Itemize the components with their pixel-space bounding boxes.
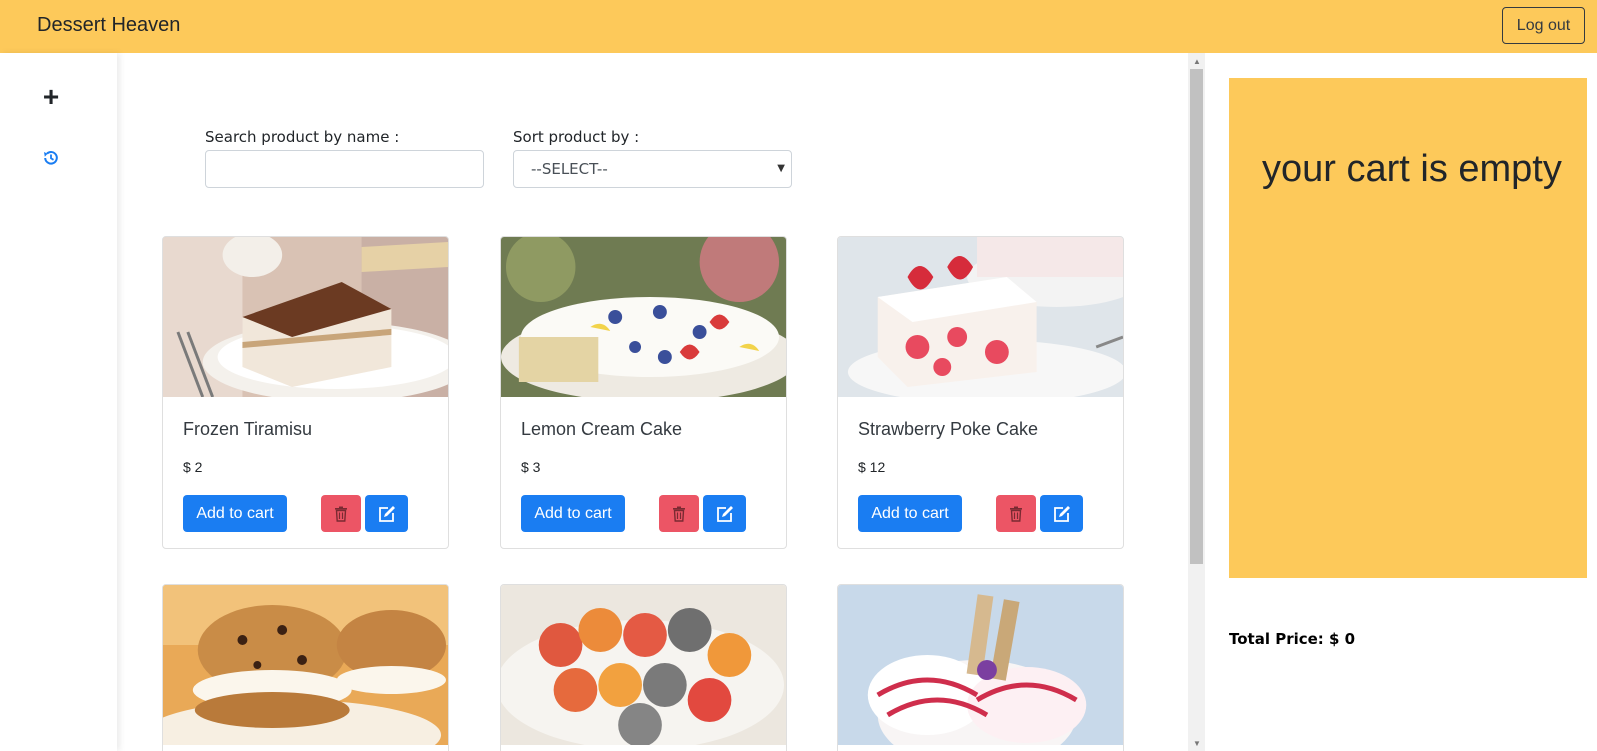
sort-selected-value: --SELECT-- xyxy=(531,160,608,178)
cart-panel: your cart is empty xyxy=(1229,78,1587,578)
edit-icon xyxy=(716,505,733,522)
edit-button[interactable] xyxy=(703,495,746,532)
sort-select[interactable]: --SELECT-- ▼ xyxy=(513,150,792,188)
add-to-cart-button[interactable]: Add to cart xyxy=(858,495,962,532)
product-name: Frozen Tiramisu xyxy=(183,419,313,439)
edit-button[interactable] xyxy=(365,495,408,532)
product-name: Strawberry Poke Cake xyxy=(858,419,1039,439)
scroll-down-arrow-icon[interactable]: ▼ xyxy=(1193,739,1201,748)
history-icon xyxy=(44,151,58,165)
chevron-down-icon: ▼ xyxy=(777,163,785,174)
product-price: $ 12 xyxy=(858,459,886,475)
total-price: Total Price: $ 0 xyxy=(1229,630,1356,648)
search-label: Search product by name : xyxy=(205,128,400,146)
product-area: Search product by name : Sort product by… xyxy=(117,53,1188,751)
sidebar: + xyxy=(0,53,117,751)
delete-button[interactable] xyxy=(996,495,1036,532)
product-image-tiramisu xyxy=(163,237,448,397)
trash-icon xyxy=(335,506,347,522)
delete-button[interactable] xyxy=(659,495,699,532)
product-image-ice-cream xyxy=(838,585,1123,745)
product-image-cookie-sandwich xyxy=(163,585,448,745)
product-card: Lemon Cream Cake $ 3 Add to cart xyxy=(500,236,787,549)
product-price: $ 2 xyxy=(183,459,203,475)
product-image-coconut-candies xyxy=(501,585,786,745)
product-card: Frozen Tiramisu $ 2 Add to cart xyxy=(162,236,449,549)
trash-icon xyxy=(673,506,685,522)
edit-button[interactable] xyxy=(1040,495,1083,532)
product-card xyxy=(162,584,449,751)
add-product-button[interactable]: + xyxy=(36,82,66,112)
logout-button[interactable]: Log out xyxy=(1502,7,1585,44)
history-button[interactable] xyxy=(36,143,66,173)
plus-icon: + xyxy=(42,81,60,112)
product-card: Strawberry Poke Cake $ 12 Add to cart xyxy=(837,236,1124,549)
delete-button[interactable] xyxy=(321,495,361,532)
scrollbar[interactable]: ▲ ▼ xyxy=(1188,53,1205,751)
scroll-thumb[interactable] xyxy=(1190,69,1203,564)
search-input[interactable] xyxy=(205,150,484,188)
product-price: $ 3 xyxy=(521,459,541,475)
product-card xyxy=(500,584,787,751)
add-to-cart-button[interactable]: Add to cart xyxy=(183,495,287,532)
scroll-up-arrow-icon[interactable]: ▲ xyxy=(1193,57,1201,66)
add-to-cart-button[interactable]: Add to cart xyxy=(521,495,625,532)
product-name: Lemon Cream Cake xyxy=(521,419,683,439)
top-navbar: Dessert Heaven Log out xyxy=(0,0,1597,53)
edit-icon xyxy=(1053,505,1070,522)
brand-title: Dessert Heaven xyxy=(37,14,181,36)
product-card xyxy=(837,584,1124,751)
product-image-strawberry-poke-cake xyxy=(838,237,1123,397)
sort-label: Sort product by : xyxy=(513,128,640,146)
edit-icon xyxy=(378,505,395,522)
trash-icon xyxy=(1010,506,1022,522)
cart-empty-message: your cart is empty xyxy=(1262,148,1562,190)
product-image-lemon-cream-cake xyxy=(501,237,786,397)
